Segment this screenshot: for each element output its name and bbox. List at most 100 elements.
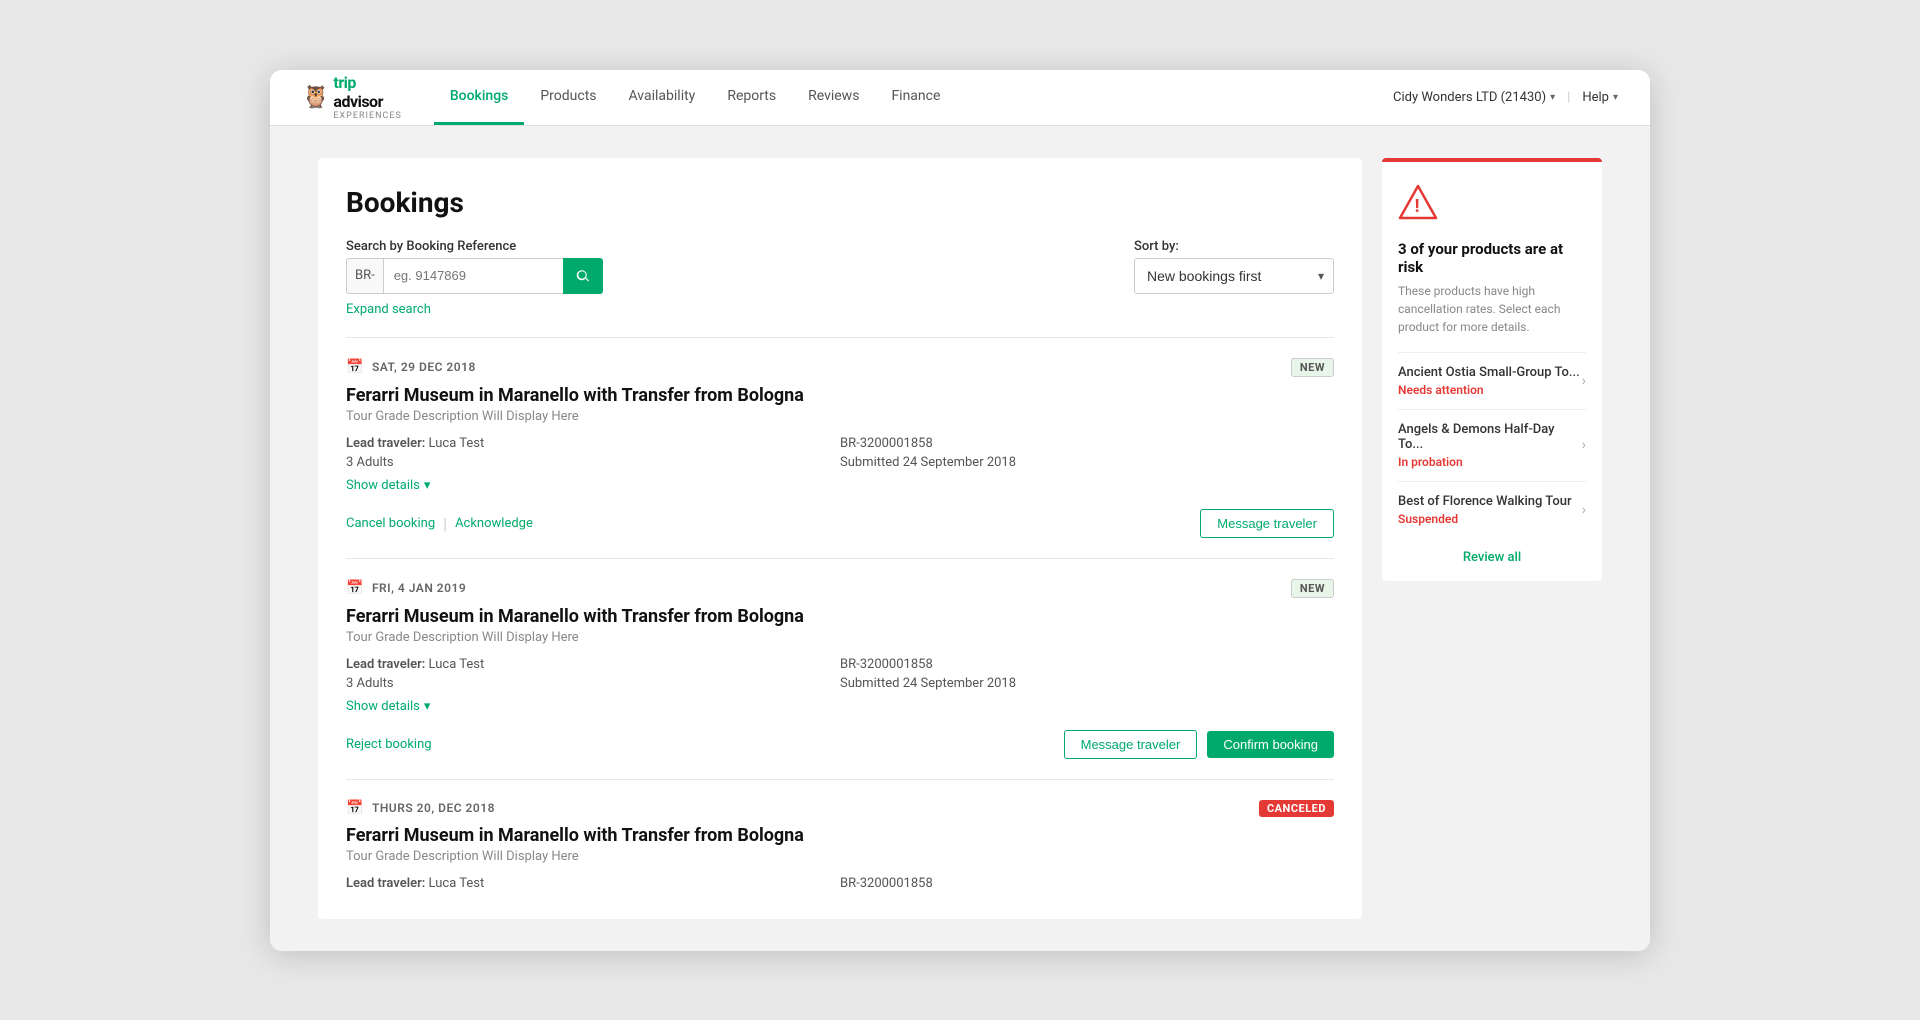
logo-owl-icon: 🦉 [302, 85, 329, 110]
message-traveler-btn-1[interactable]: Message traveler [1200, 509, 1334, 538]
risk-product-3-status: Suspended [1398, 512, 1572, 526]
booking-badge-2: NEW [1291, 579, 1334, 598]
risk-product-1-info: Ancient Ostia Small-Group To... Needs at… [1398, 365, 1580, 397]
booking-date-3: 📅 THURS 20, DEC 2018 [346, 800, 495, 816]
chevron-down-icon-1: ▾ [424, 478, 431, 493]
confirm-booking-btn-2[interactable]: Confirm booking [1207, 731, 1334, 758]
risk-product-3-info: Best of Florence Walking Tour Suspended [1398, 494, 1572, 526]
booking-reference-2: BR-3200001858 [840, 657, 1334, 672]
booking-grade-1: Tour Grade Description Will Display Here [346, 409, 1334, 424]
help-dropdown[interactable]: Help ▾ [1582, 90, 1618, 105]
action-sep-1: | [443, 514, 447, 533]
message-traveler-btn-2[interactable]: Message traveler [1064, 730, 1198, 759]
sort-label: Sort by: [1134, 239, 1334, 254]
booking-actions-1: Cancel booking | Acknowledge Message tra… [346, 509, 1334, 538]
main-content: Bookings Search by Booking Reference BR- [270, 126, 1650, 951]
logo-trip: trip [333, 73, 401, 92]
account-name: Cidy Wonders LTD (21430) [1393, 90, 1546, 105]
action-buttons-1: Message traveler [1200, 509, 1334, 538]
adults-1: 3 Adults [346, 455, 840, 470]
nav-link-products[interactable]: Products [524, 70, 612, 126]
right-panel: ! 3 of your products are at risk These p… [1382, 158, 1602, 919]
logo-advisor: advisor [333, 92, 401, 111]
adults-2: 3 Adults [346, 676, 840, 691]
show-details-2[interactable]: Show details ▾ [346, 699, 1334, 714]
booking-details-2: Lead traveler: Luca Test BR-3200001858 3… [346, 657, 1334, 691]
logo: 🦉 tripadvisor Experiences [302, 73, 402, 121]
booking-badge-3: CANCELED [1259, 800, 1334, 817]
risk-product-1[interactable]: Ancient Ostia Small-Group To... Needs at… [1398, 352, 1586, 409]
sort-group: Sort by: New bookings first Old bookings… [1134, 239, 1334, 294]
lead-traveler-label-1: Lead traveler: Luca Test [346, 436, 840, 451]
booking-grade-3: Tour Grade Description Will Display Here [346, 849, 1334, 864]
nav-link-reviews[interactable]: Reviews [792, 70, 875, 126]
logo-exp: Experiences [333, 111, 401, 121]
lead-traveler-label-3: Lead traveler: Luca Test [346, 876, 840, 891]
risk-product-2[interactable]: Angels & Demons Half-Day To... In probat… [1398, 409, 1586, 481]
nav-link-availability[interactable]: Availability [613, 70, 712, 126]
booking-title-2: Ferarri Museum in Maranello with Transfe… [346, 606, 1334, 627]
cancel-booking-link-1[interactable]: Cancel booking [346, 516, 435, 531]
calendar-icon-2: 📅 [346, 580, 364, 596]
risk-chevron-3-icon: › [1582, 502, 1586, 518]
svg-text:!: ! [1415, 196, 1420, 217]
review-all[interactable]: Review all [1398, 538, 1586, 565]
booking-title-3: Ferarri Museum in Maranello with Transfe… [346, 825, 1334, 846]
action-buttons-2: Message traveler Confirm booking [1064, 730, 1334, 759]
risk-product-1-name: Ancient Ostia Small-Group To... [1398, 365, 1580, 380]
nav-link-reports[interactable]: Reports [711, 70, 792, 126]
action-links-2: Reject booking [346, 737, 432, 752]
logo-text: tripadvisor Experiences [333, 73, 401, 121]
booking-actions-2: Reject booking Message traveler Confirm … [346, 730, 1334, 759]
risk-desc: These products have high cancellation ra… [1398, 282, 1586, 336]
booking-badge-1: NEW [1291, 358, 1334, 377]
booking-header-2: 📅 FRI, 4 JAN 2019 NEW [346, 579, 1334, 598]
browser-window: 🦉 tripadvisor Experiences Bookings Produ… [270, 70, 1650, 951]
search-row: Search by Booking Reference BR- Sort by: [346, 239, 1334, 294]
risk-warning-icon: ! [1398, 182, 1586, 230]
expand-search[interactable]: Expand search [346, 302, 1334, 317]
booking-header-1: 📅 SAT, 29 DEC 2018 NEW [346, 358, 1334, 377]
help-label: Help [1582, 90, 1609, 105]
submitted-2: Submitted 24 September 2018 [840, 676, 1334, 691]
booking-date-2: 📅 FRI, 4 JAN 2019 [346, 580, 466, 596]
risk-title: 3 of your products are at risk [1398, 240, 1586, 276]
risk-product-3[interactable]: Best of Florence Walking Tour Suspended … [1398, 481, 1586, 538]
search-icon [575, 268, 591, 284]
search-prefix: BR- [346, 258, 383, 294]
booking-date-1: 📅 SAT, 29 DEC 2018 [346, 359, 476, 375]
sort-wrapper: New bookings first Old bookings first ▾ [1134, 258, 1334, 294]
booking-date-text-2: FRI, 4 JAN 2019 [372, 581, 466, 595]
account-chevron-icon: ▾ [1550, 92, 1555, 103]
nav-link-finance[interactable]: Finance [875, 70, 956, 126]
calendar-icon-3: 📅 [346, 800, 364, 816]
risk-chevron-1-icon: › [1582, 373, 1586, 389]
account-dropdown[interactable]: Cidy Wonders LTD (21430) ▾ [1393, 90, 1555, 105]
search-input-row: BR- [346, 258, 603, 294]
booking-title-1: Ferarri Museum in Maranello with Transfe… [346, 385, 1334, 406]
help-chevron-icon: ▾ [1613, 92, 1618, 103]
booking-item-3: 📅 THURS 20, DEC 2018 CANCELED Ferarri Mu… [346, 779, 1334, 919]
risk-product-2-name: Angels & Demons Half-Day To... [1398, 422, 1582, 452]
page-title: Bookings [346, 186, 1334, 219]
show-details-1[interactable]: Show details ▾ [346, 478, 1334, 493]
risk-product-2-status: In probation [1398, 455, 1582, 469]
risk-product-1-status: Needs attention [1398, 383, 1580, 397]
action-links-1: Cancel booking | Acknowledge [346, 514, 533, 533]
nav-link-bookings[interactable]: Bookings [434, 70, 525, 126]
calendar-icon-1: 📅 [346, 359, 364, 375]
search-input[interactable] [383, 258, 563, 294]
booking-item-2: 📅 FRI, 4 JAN 2019 NEW Ferarri Museum in … [346, 558, 1334, 779]
acknowledge-link-1[interactable]: Acknowledge [455, 516, 533, 531]
lead-traveler-label-2: Lead traveler: Luca Test [346, 657, 840, 672]
booking-item-1: 📅 SAT, 29 DEC 2018 NEW Ferarri Museum in… [346, 337, 1334, 558]
sort-select[interactable]: New bookings first Old bookings first [1134, 258, 1334, 294]
search-button[interactable] [563, 258, 603, 294]
nav-divider: | [1567, 90, 1570, 105]
booking-reference-3: BR-3200001858 [840, 876, 1334, 891]
left-panel: Bookings Search by Booking Reference BR- [318, 158, 1362, 919]
booking-details-1: Lead traveler: Luca Test BR-3200001858 3… [346, 436, 1334, 470]
reject-booking-link-2[interactable]: Reject booking [346, 737, 432, 752]
booking-header-3: 📅 THURS 20, DEC 2018 CANCELED [346, 800, 1334, 817]
nav-right: Cidy Wonders LTD (21430) ▾ | Help ▾ [1393, 90, 1618, 105]
